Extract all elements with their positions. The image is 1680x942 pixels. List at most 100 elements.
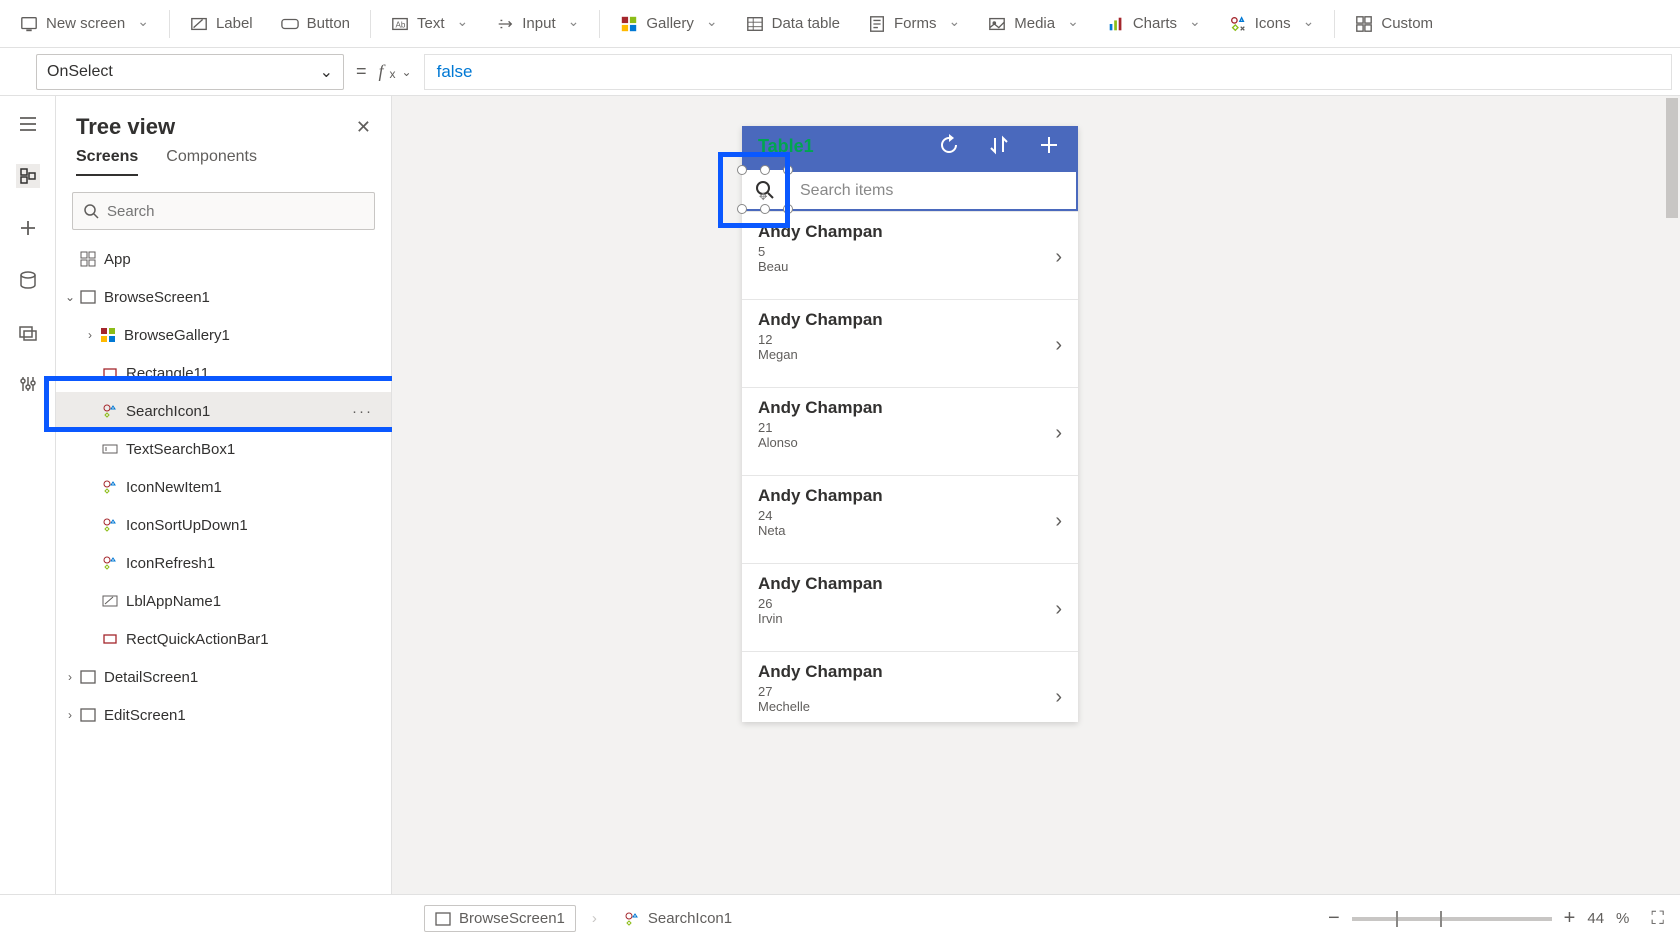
gallery-item[interactable]: Andy Champan5Beau› xyxy=(742,212,1078,300)
canvas[interactable]: Table1 ✥ Search items xyxy=(392,96,1680,894)
tab-components[interactable]: Components xyxy=(166,148,257,176)
media-button[interactable]: Media xyxy=(976,9,1091,39)
gallery-item[interactable]: Andy Champan21Alonso› xyxy=(742,388,1078,476)
gallery-item-line2: Mechelle xyxy=(758,699,1062,714)
tree-node-editscreen[interactable]: › EditScreen1 xyxy=(56,696,391,734)
tree-node-iconrefresh[interactable]: IconRefresh1 xyxy=(56,544,391,582)
tree-node-iconsort[interactable]: IconSortUpDown1 xyxy=(56,506,391,544)
tree-node-browsescreen[interactable]: ⌄ BrowseScreen1 xyxy=(56,278,391,316)
gallery-item-title: Andy Champan xyxy=(758,662,1062,682)
tree-node-browsegallery[interactable]: › BrowseGallery1 xyxy=(56,316,391,354)
chevron-right-icon[interactable]: › xyxy=(1055,510,1062,533)
close-icon[interactable]: ✕ xyxy=(356,117,371,138)
expand-icon[interactable]: › xyxy=(62,708,78,722)
tree-label: BrowseGallery1 xyxy=(124,327,230,344)
gallery-item[interactable]: Andy Champan24Neta› xyxy=(742,476,1078,564)
chevron-right-icon[interactable]: › xyxy=(1055,246,1062,269)
gallery-item[interactable]: Andy Champan12Megan› xyxy=(742,300,1078,388)
hamburger-icon[interactable] xyxy=(16,112,40,136)
vertical-scrollbar[interactable] xyxy=(1664,96,1680,894)
add-icon[interactable] xyxy=(1038,134,1060,162)
new-screen-button[interactable]: New screen xyxy=(8,9,161,39)
new-screen-label: New screen xyxy=(46,15,125,32)
screen-icon xyxy=(78,707,98,723)
gallery[interactable]: Andy Champan5Beau›Andy Champan12Megan›An… xyxy=(742,212,1078,722)
gallery-item-title: Andy Champan xyxy=(758,398,1062,418)
separator xyxy=(370,10,371,38)
tree-node-lblapp[interactable]: LblAppName1 xyxy=(56,582,391,620)
tree-node-rectangle[interactable]: Rectangle11 xyxy=(56,354,391,392)
button-icon xyxy=(281,15,299,33)
label-icon xyxy=(100,593,120,609)
collapse-icon[interactable]: ⌄ xyxy=(62,290,78,304)
chevron-right-icon[interactable]: › xyxy=(1055,422,1062,445)
fx-button[interactable]: fx ⌄ xyxy=(379,61,412,82)
button-button[interactable]: Button xyxy=(269,9,362,39)
icon-control-icon xyxy=(100,555,120,571)
label-text: Label xyxy=(216,15,253,32)
tree-node-rectquick[interactable]: RectQuickActionBar1 xyxy=(56,620,391,658)
gallery-item[interactable]: Andy Champan27Mechelle› xyxy=(742,652,1078,722)
text-button[interactable]: Ab Text xyxy=(379,9,480,39)
breadcrumb-screen[interactable]: BrowseScreen1 xyxy=(424,905,576,932)
move-icon[interactable]: ✥ xyxy=(759,192,767,203)
label-button[interactable]: Label xyxy=(178,9,265,39)
icons-label: Icons xyxy=(1255,15,1291,32)
tree-node-detailscreen[interactable]: › DetailScreen1 xyxy=(56,658,391,696)
fit-to-window-icon[interactable]: ⛶ xyxy=(1651,908,1664,929)
custom-button[interactable]: Custom xyxy=(1343,9,1445,39)
panel-title: Tree view xyxy=(76,114,175,140)
formula-input[interactable]: false xyxy=(424,54,1672,90)
app-preview[interactable]: Table1 ✥ Search items xyxy=(742,126,1078,722)
input-button[interactable]: Input xyxy=(484,9,591,39)
add-icon[interactable] xyxy=(16,216,40,240)
scrollbar-thumb[interactable] xyxy=(1666,98,1678,218)
button-text: Button xyxy=(307,15,350,32)
custom-icon xyxy=(1355,15,1373,33)
data-icon[interactable] xyxy=(16,268,40,292)
zoom-unit: % xyxy=(1616,910,1629,927)
zoom-slider[interactable] xyxy=(1352,917,1552,921)
gallery-item-line2: Irvin xyxy=(758,611,1062,626)
zoom-in-button[interactable]: + xyxy=(1564,907,1576,930)
data-table-label: Data table xyxy=(772,15,840,32)
media-rail-icon[interactable] xyxy=(16,320,40,344)
zoom-out-button[interactable]: − xyxy=(1328,907,1340,930)
search-icon-control[interactable]: ✥ xyxy=(742,170,788,211)
gallery-button[interactable]: Gallery xyxy=(608,9,729,39)
icon-control-icon xyxy=(624,911,640,927)
tree-node-searchicon[interactable]: SearchIcon1 ··· xyxy=(56,392,391,430)
status-bar: BrowseScreen1 › SearchIcon1 − + 44 % ⛶ xyxy=(0,894,1680,942)
tree-view-icon[interactable] xyxy=(16,164,40,188)
chevron-right-icon[interactable]: › xyxy=(1055,598,1062,621)
expand-icon[interactable]: › xyxy=(82,328,98,342)
property-selector[interactable]: OnSelect ⌄ xyxy=(36,54,344,90)
refresh-icon[interactable] xyxy=(938,134,960,162)
chevron-right-icon[interactable]: › xyxy=(1055,686,1062,709)
app-icon xyxy=(78,251,98,267)
breadcrumb-control[interactable]: SearchIcon1 xyxy=(613,905,743,932)
separator xyxy=(169,10,170,38)
tree-search-input[interactable] xyxy=(107,203,364,220)
input-label: Input xyxy=(522,15,555,32)
advanced-icon[interactable] xyxy=(16,372,40,396)
chevron-right-icon[interactable]: › xyxy=(1055,334,1062,357)
tree-label: IconRefresh1 xyxy=(126,555,215,572)
forms-icon xyxy=(868,15,886,33)
screen-icon xyxy=(20,15,38,33)
tab-screens[interactable]: Screens xyxy=(76,148,138,176)
gallery-item[interactable]: Andy Champan26Irvin› xyxy=(742,564,1078,652)
sort-icon[interactable] xyxy=(988,134,1010,162)
tree-search[interactable] xyxy=(72,192,375,230)
icons-button[interactable]: Icons xyxy=(1217,9,1327,39)
forms-button[interactable]: Forms xyxy=(856,9,972,39)
tree-node-app[interactable]: App xyxy=(56,240,391,278)
expand-icon[interactable]: › xyxy=(62,670,78,684)
tree-node-iconnew[interactable]: IconNewItem1 xyxy=(56,468,391,506)
tree-node-textsearch[interactable]: TextSearchBox1 xyxy=(56,430,391,468)
data-table-button[interactable]: Data table xyxy=(734,9,852,39)
more-icon[interactable]: ··· xyxy=(352,403,373,420)
gallery-item-line2: Neta xyxy=(758,523,1062,538)
search-input[interactable]: Search items xyxy=(788,170,1078,211)
charts-button[interactable]: Charts xyxy=(1095,9,1213,39)
